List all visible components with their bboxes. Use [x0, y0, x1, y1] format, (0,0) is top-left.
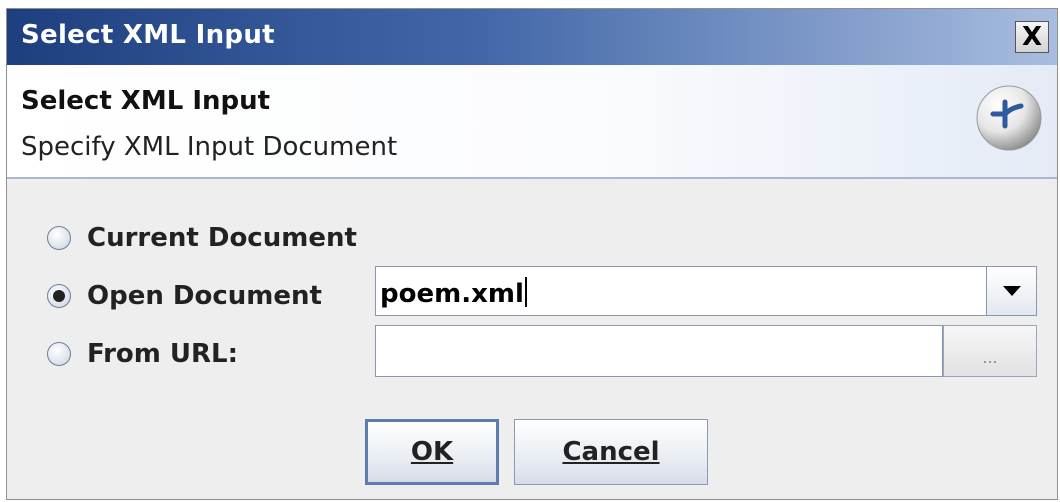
option-from-url[interactable]: From URL:	[47, 339, 238, 369]
open-document-label[interactable]: Open Document	[87, 281, 322, 311]
text-caret	[524, 277, 527, 307]
cancel-button[interactable]: Cancel	[514, 419, 708, 485]
open-document-radio[interactable]	[47, 284, 71, 308]
open-document-combo-value[interactable]: poem.xml	[380, 277, 527, 309]
url-input[interactable]	[375, 325, 943, 377]
ellipsis-icon: ...	[982, 347, 998, 367]
open-document-value-text: poem.xml	[380, 279, 524, 309]
ok-button[interactable]: OK	[365, 419, 499, 485]
option-current-document[interactable]: Current Document	[47, 223, 357, 253]
combo-dropdown-button[interactable]	[986, 267, 1036, 315]
title-bar[interactable]: Select XML Input X	[7, 9, 1057, 65]
close-icon: X	[1021, 22, 1043, 52]
chevron-down-icon	[1002, 286, 1021, 296]
browse-button[interactable]: ...	[943, 325, 1037, 377]
window-title: Select XML Input	[21, 20, 275, 50]
header-subtitle: Specify XML Input Document	[21, 132, 398, 162]
open-document-combo[interactable]: poem.xml	[375, 266, 1037, 316]
option-open-document[interactable]: Open Document	[47, 281, 322, 311]
dialog-header: Select XML Input Specify XML Input Docum…	[7, 65, 1057, 179]
close-button[interactable]: X	[1015, 21, 1049, 53]
current-document-label[interactable]: Current Document	[87, 223, 357, 253]
current-document-radio[interactable]	[47, 226, 71, 250]
select-xml-input-dialog: Select XML Input X Select XML Input Spec…	[6, 8, 1058, 500]
header-title: Select XML Input	[21, 86, 271, 116]
from-url-radio[interactable]	[47, 342, 71, 366]
ok-button-label: OK	[410, 437, 454, 467]
from-url-label[interactable]: From URL:	[87, 339, 238, 369]
radio-selected-dot	[53, 290, 65, 302]
cancel-button-label: Cancel	[562, 437, 660, 467]
altova-logo-icon	[976, 85, 1042, 151]
